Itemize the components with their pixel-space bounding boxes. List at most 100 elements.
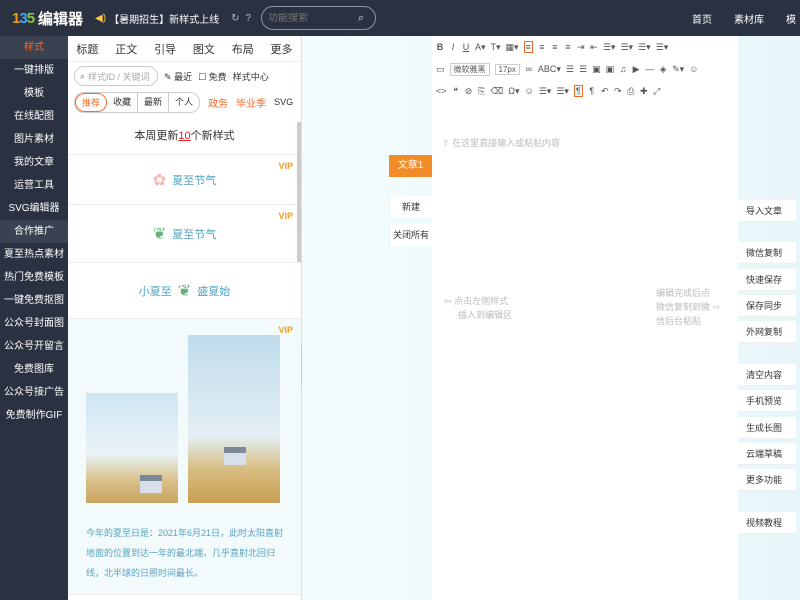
import-article-button[interactable]: 导入文章: [738, 200, 796, 222]
list-icon[interactable]: ☰▾: [539, 86, 552, 97]
emoji-icon[interactable]: ☺: [689, 64, 698, 74]
tag-graduation[interactable]: 毕业季: [236, 95, 266, 110]
quote-icon[interactable]: ❝: [452, 86, 460, 97]
rtl-icon[interactable]: ¶: [588, 86, 596, 96]
align-left-icon[interactable]: ≡: [523, 41, 533, 53]
sidebar-item-summer-hot[interactable]: 夏至热点素材: [0, 243, 68, 266]
style-card-3[interactable]: 小夏至 ❦ 盛夏始: [68, 263, 301, 319]
long-image-button[interactable]: 生成长图: [738, 417, 796, 439]
indent-icon[interactable]: ⇥: [577, 42, 585, 53]
sidebar-item-cover[interactable]: 公众号封面图: [0, 312, 68, 335]
sidebar-item-svg-editor[interactable]: SVG编辑器: [0, 197, 68, 220]
image-icon[interactable]: ▣: [592, 64, 601, 75]
align-right-icon[interactable]: ≡: [551, 42, 559, 52]
sidebar-item-gif[interactable]: 免费制作GIF: [0, 404, 68, 427]
gallery-icon[interactable]: ▣: [606, 64, 615, 75]
external-copy-button[interactable]: 外网复制: [738, 321, 796, 343]
more-format-icon[interactable]: ☰▾: [656, 42, 669, 53]
notice-link[interactable]: ◀) 【暑期招生】新样式上线: [95, 11, 219, 26]
sidebar-item-online-image[interactable]: 在线配图: [0, 105, 68, 128]
divider-icon[interactable]: —: [645, 64, 654, 74]
filter-free[interactable]: ☐ 免费: [198, 70, 227, 83]
print-icon[interactable]: ⎙: [627, 86, 635, 97]
video-icon[interactable]: ▶: [632, 64, 640, 75]
unordered-list-icon[interactable]: ☰: [579, 64, 587, 75]
panel-scrollbar[interactable]: [297, 122, 301, 262]
style-card-1[interactable]: VIP ✿ 夏至节气: [68, 155, 301, 205]
function-search[interactable]: ⌕: [261, 6, 377, 30]
document-icon[interactable]: ▭: [436, 64, 445, 75]
tab-guide[interactable]: 引导: [154, 41, 176, 57]
font-size-select[interactable]: 17px: [494, 63, 520, 75]
style-search[interactable]: ⌕ 样式ID / 关键词: [74, 66, 158, 86]
format-painter-icon[interactable]: ⎘: [478, 86, 486, 97]
tab-title[interactable]: 标题: [76, 41, 98, 57]
font-color-icon[interactable]: A▾: [475, 42, 486, 53]
italic-icon[interactable]: I: [449, 42, 457, 52]
chip-favorites[interactable]: 收藏: [107, 92, 139, 112]
bullet-icon[interactable]: ☰▾: [556, 86, 569, 97]
sidebar-item-style[interactable]: 样式: [0, 36, 68, 59]
omega-icon[interactable]: Ω▾: [508, 86, 519, 97]
sidebar-item-free-gallery[interactable]: 免费图库: [0, 358, 68, 381]
tab-layout[interactable]: 布局: [232, 41, 254, 57]
ordered-list-icon[interactable]: ☰: [566, 64, 574, 75]
help-icon[interactable]: ?: [245, 13, 251, 24]
paragraph-icon[interactable]: ☰▾: [638, 42, 651, 53]
case-icon[interactable]: ABC▾: [538, 64, 561, 75]
align-justify-icon[interactable]: ≡: [564, 42, 572, 52]
link-icon[interactable]: ∞: [525, 64, 533, 74]
line-height-icon[interactable]: ☰▾: [603, 42, 616, 53]
tab-body[interactable]: 正文: [115, 41, 137, 57]
ltr-icon[interactable]: ¶: [573, 85, 583, 97]
unlink-icon[interactable]: ⊘: [465, 86, 473, 97]
bold-icon[interactable]: B: [436, 42, 444, 52]
article-tab-1[interactable]: 文章1: [389, 155, 432, 177]
align-center-icon[interactable]: ≡: [538, 42, 546, 52]
nav-home[interactable]: 首页: [692, 11, 712, 26]
function-search-input[interactable]: [268, 12, 359, 24]
sidebar-item-my-articles[interactable]: 我的文章: [0, 151, 68, 174]
filter-style-center[interactable]: 样式中心: [233, 70, 269, 83]
clear-format-icon[interactable]: ⌫: [491, 86, 504, 97]
style-card-2[interactable]: VIP ❦ 夏至节气: [68, 205, 301, 263]
chip-personal[interactable]: 个人: [169, 93, 199, 112]
sidebar-item-operations[interactable]: 运营工具: [0, 174, 68, 197]
close-all-button[interactable]: 关闭所有: [389, 224, 432, 246]
spacing-icon[interactable]: ☰▾: [620, 42, 633, 53]
sidebar-item-cutout[interactable]: 一键免费抠图: [0, 289, 68, 312]
logo[interactable]: 135 编辑器: [12, 8, 83, 29]
mobile-preview-button[interactable]: 手机预览: [738, 390, 796, 412]
more-functions-button[interactable]: 更多功能: [738, 469, 796, 491]
sidebar-item-template[interactable]: 模板: [0, 82, 68, 105]
new-article-button[interactable]: 新建: [389, 196, 432, 218]
tab-image-text[interactable]: 图文: [193, 41, 215, 57]
table-icon[interactable]: ▦▾: [506, 42, 519, 53]
smiley-icon[interactable]: ☺: [525, 86, 534, 96]
quick-save-button[interactable]: 快速保存: [738, 269, 796, 291]
anchor-icon[interactable]: ✚: [640, 86, 648, 97]
chip-recommended[interactable]: 推荐: [75, 92, 108, 112]
nav-template[interactable]: 模: [786, 11, 800, 26]
tag-government[interactable]: 政务: [208, 95, 228, 110]
save-sync-button[interactable]: 保存同步: [738, 295, 796, 317]
sidebar-item-auto-layout[interactable]: 一键排版: [0, 59, 68, 82]
search-icon[interactable]: ⌕: [358, 12, 364, 25]
underline-icon[interactable]: U: [462, 42, 470, 52]
video-tutorial-button[interactable]: 视频教程: [738, 512, 796, 534]
refresh-icon[interactable]: ↻: [231, 13, 239, 24]
sidebar-item-comments[interactable]: 公众号开留言: [0, 335, 68, 358]
paint-icon[interactable]: ◈: [659, 64, 667, 75]
text-format-icon[interactable]: T▾: [491, 42, 501, 53]
outdent-icon[interactable]: ⇤: [590, 42, 598, 53]
sidebar-item-free-templates[interactable]: 热门免费模板: [0, 266, 68, 289]
clear-content-button[interactable]: 清空内容: [738, 364, 796, 386]
wechat-copy-button[interactable]: 微信复制: [738, 242, 796, 264]
tab-more[interactable]: 更多: [271, 41, 293, 57]
fullscreen-icon[interactable]: ⤢: [653, 86, 661, 97]
tag-svg[interactable]: SVG: [274, 97, 293, 107]
sidebar-item-ads[interactable]: 公众号接广告: [0, 381, 68, 404]
sidebar-item-partner[interactable]: 合作推广: [0, 220, 68, 243]
html-icon[interactable]: <>: [436, 86, 447, 96]
font-family-select[interactable]: 微软雅黑: [449, 62, 490, 76]
